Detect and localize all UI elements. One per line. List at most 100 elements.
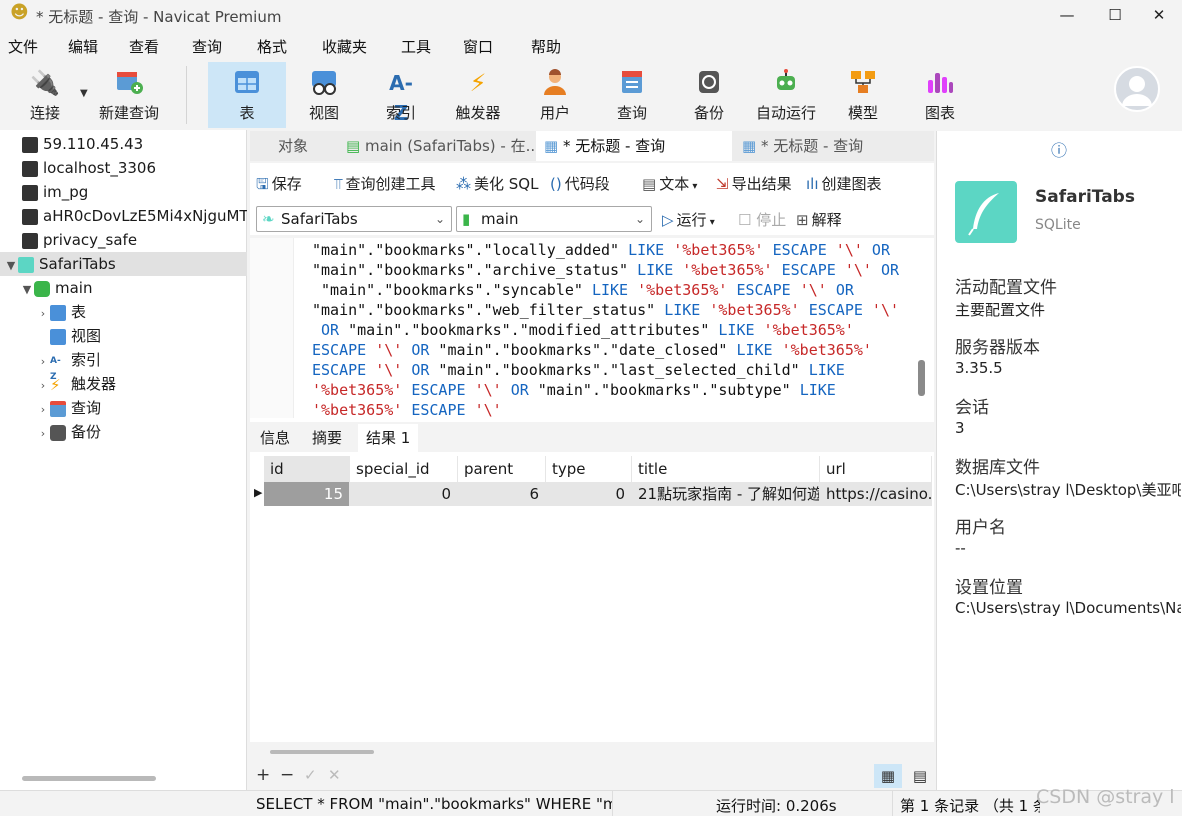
menu-help[interactable]: 帮助 (531, 36, 561, 57)
sql-code[interactable]: "main"."bookmarks"."locally_added" LIKE … (312, 240, 912, 420)
database-select[interactable]: ▮ main ⌄ (456, 206, 652, 232)
query-button[interactable]: 查询 (593, 62, 671, 128)
add-record-button[interactable]: + (256, 765, 270, 785)
query-builder-button[interactable]: ⫪ 查询创建工具 (334, 173, 436, 194)
tab-objects[interactable]: 对象 (250, 131, 336, 161)
tab-result-1[interactable]: 结果 1 (358, 424, 419, 452)
sql-editor[interactable]: "main"."bookmarks"."locally_added" LIKE … (250, 238, 934, 422)
menu-edit[interactable]: 编辑 (68, 36, 98, 57)
sql-line[interactable]: "main"."bookmarks"."syncable" LIKE '%bet… (312, 280, 912, 300)
connection-item[interactable]: im_pg (0, 180, 247, 204)
sql-line[interactable]: "main"."bookmarks"."archive_status" LIKE… (312, 260, 912, 280)
model-button[interactable]: 模型 (824, 62, 902, 128)
grid-view-icon[interactable]: ▦ (874, 764, 902, 788)
tree-item-views[interactable]: 视图 (0, 324, 247, 348)
tab-untitled-query-active[interactable]: ▦ * 无标题 - 查询 (536, 131, 732, 161)
delete-record-button[interactable]: − (280, 765, 294, 785)
create-chart-button[interactable]: ılı 创建图表 (806, 173, 882, 194)
menu-tools[interactable]: 工具 (401, 36, 431, 57)
sql-line[interactable]: ESCAPE '\' OR "main"."bookmarks"."last_s… (312, 360, 912, 380)
column-header[interactable]: id (264, 456, 350, 482)
menu-view[interactable]: 查看 (129, 36, 159, 57)
save-button[interactable]: 🖫 保存 (256, 173, 302, 199)
text-button[interactable]: ▤ 文本 ▾ (642, 173, 697, 194)
maximize-icon[interactable]: ☐ (1092, 0, 1138, 30)
run-button[interactable]: ▷ 运行 ▾ (662, 209, 715, 230)
chevron-right-icon[interactable]: › (36, 374, 50, 398)
column-header[interactable]: type (546, 456, 632, 482)
menu-file[interactable]: 文件 (8, 36, 38, 57)
close-icon[interactable]: ✕ (1136, 0, 1182, 30)
connection-item[interactable]: privacy_safe (0, 228, 247, 252)
table-label: 表 (239, 104, 255, 122)
menu-format[interactable]: 格式 (257, 36, 287, 57)
column-header[interactable]: parent (458, 456, 546, 482)
automation-button[interactable]: 自动运行 (747, 62, 825, 128)
table-cell[interactable]: 0 (350, 482, 458, 506)
tab-untitled-query[interactable]: ▦ * 无标题 - 查询 (734, 131, 930, 161)
explain-button[interactable]: ⊞ 解释 (796, 209, 842, 230)
export-result-button[interactable]: ⇲ 导出结果 (716, 173, 792, 194)
menu-window[interactable]: 窗口 (463, 36, 493, 57)
chevron-right-icon[interactable]: › (36, 302, 50, 326)
chevron-right-icon[interactable]: › (36, 398, 50, 422)
new-query-button[interactable]: 新建查询 (90, 62, 168, 128)
editor-scrollbar[interactable] (918, 360, 925, 396)
tree-item-backups[interactable]: › 备份 (0, 420, 247, 444)
menu-favorites[interactable]: 收藏夹 (322, 36, 367, 57)
view-button[interactable]: 视图 (285, 62, 363, 128)
connection-item-selected[interactable]: ▼ SafariTabs (0, 252, 247, 276)
tree-item-triggers[interactable]: › ⚡ 触发器 (0, 372, 247, 396)
chevron-right-icon[interactable]: › (36, 422, 50, 446)
discard-changes-button[interactable]: ✕ (328, 766, 341, 784)
query-toolbar: 🖫 保存 ⫪ 查询创建工具 ⁂ 美化 SQL () 代码段 ▤ 文本 ▾ ⇲ 导出结果 ıl… (250, 163, 934, 203)
beautify-sql-button[interactable]: ⁂ 美化 SQL (456, 173, 538, 194)
chevron-down-icon[interactable]: ▼ (4, 254, 18, 278)
table-cell[interactable]: 0 (546, 482, 632, 506)
table-cell[interactable]: 15 (264, 482, 350, 506)
table-cell[interactable]: https://casino. (820, 482, 932, 506)
minimize-icon[interactable]: — (1044, 0, 1090, 30)
column-header[interactable]: title (632, 456, 820, 482)
sql-line[interactable]: OR "main"."bookmarks"."modified_attribut… (312, 320, 912, 340)
chevron-down-icon[interactable]: ▼ (20, 278, 34, 302)
index-button[interactable]: A-Z 索引 (362, 62, 440, 128)
table-cell[interactable]: 21點玩家指南 - 了解如何遊 (632, 482, 820, 506)
table-button[interactable]: 表 (208, 62, 286, 128)
sql-line[interactable]: "main"."bookmarks"."web_filter_status" L… (312, 300, 912, 320)
connect-button[interactable]: 🔌 连接 (6, 62, 84, 128)
grid-scrollbar[interactable] (270, 750, 374, 754)
apply-changes-button[interactable]: ✓ (304, 766, 317, 784)
connection-item[interactable]: aHR0cDovLzE5Mi4xNjguMT (0, 204, 247, 228)
user-avatar[interactable] (1114, 66, 1160, 112)
tab-info[interactable]: 信息 (252, 424, 298, 452)
tree-item-tables[interactable]: › 表 (0, 300, 247, 324)
sql-line[interactable]: ESCAPE '\' OR "main"."bookmarks"."date_c… (312, 340, 912, 360)
connection-item[interactable]: localhost_3306 (0, 156, 247, 180)
tab-main-table[interactable]: ▤ main (SafariTabs) - 在... (338, 131, 534, 161)
sql-line[interactable]: '%bet365%' ESCAPE '\' (312, 400, 912, 420)
info-icon[interactable]: ⓘ (1051, 137, 1067, 161)
sql-line[interactable]: "main"."bookmarks"."locally_added" LIKE … (312, 240, 912, 260)
form-view-icon[interactable]: ▤ (908, 764, 932, 788)
code-snippet-button[interactable]: () 代码段 (550, 173, 610, 194)
connect-dropdown-icon[interactable]: ▼ (80, 88, 88, 99)
menu-query[interactable]: 查询 (192, 36, 222, 57)
backup-button[interactable]: 备份 (670, 62, 748, 128)
sql-line[interactable]: '%bet365%' ESCAPE '\' OR "main"."bookmar… (312, 380, 912, 400)
chevron-right-icon[interactable]: › (36, 350, 50, 374)
column-header[interactable]: special_id (350, 456, 458, 482)
chart-button[interactable]: 图表 (901, 62, 979, 128)
connection-item[interactable]: 59.110.45.43 (0, 132, 247, 156)
sidebar-scrollbar[interactable] (22, 776, 156, 781)
column-header[interactable]: url (820, 456, 932, 482)
table-cell[interactable]: 6 (458, 482, 546, 506)
tab-summary[interactable]: 摘要 (304, 424, 350, 452)
tree-item-queries[interactable]: › 查询 (0, 396, 247, 420)
connection-select[interactable]: ❧ SafariTabs ⌄ (256, 206, 452, 232)
stop-button[interactable]: ☐ 停止 (738, 209, 786, 230)
database-item[interactable]: ▼ main (0, 276, 247, 300)
user-button[interactable]: 用户 (516, 62, 594, 128)
trigger-button[interactable]: ⚡ 触发器 (439, 62, 517, 128)
tree-item-indexes[interactable]: › A-Z 索引 (0, 348, 247, 382)
